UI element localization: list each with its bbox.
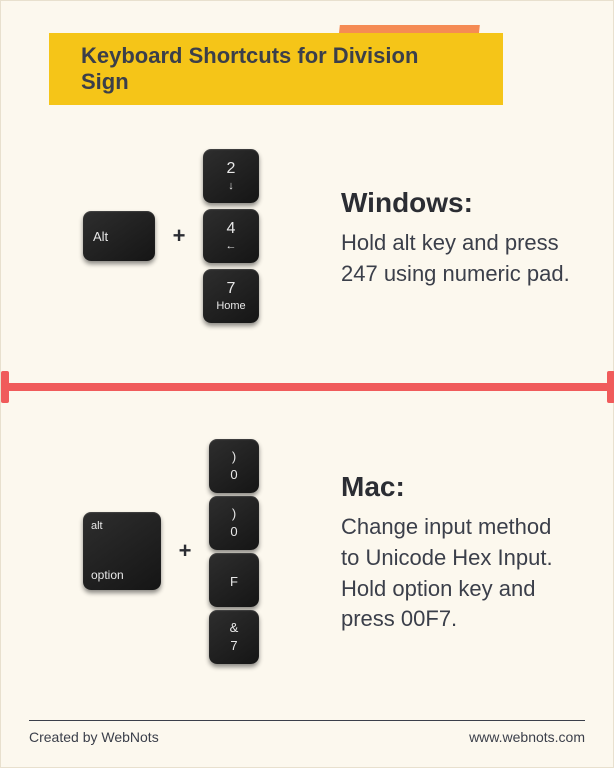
windows-sequence: 2 ↓ 4 ← 7 Home [203, 149, 259, 323]
mac-text: Mac: Change input method to Unicode Hex … [341, 467, 591, 635]
divider-cap-right [607, 371, 614, 403]
key-numpad-7: 7 Home [203, 269, 259, 323]
page-title: Keyboard Shortcuts for Division Sign [49, 33, 503, 105]
mac-description: Change input method to Unicode Hex Input… [341, 512, 571, 635]
mac-keys: alt option + ) 0 ) 0 F & 7 [1, 439, 341, 664]
divider-bar [1, 383, 614, 391]
arrow-down-icon: ↓ [228, 181, 234, 192]
key-7: & 7 [209, 610, 259, 664]
key-sub: Home [216, 301, 245, 312]
footer: Created by WebNots www.webnots.com [29, 720, 585, 745]
windows-section: Alt + 2 ↓ 4 ← 7 Home Windows: Hold alt k… [1, 121, 614, 351]
windows-heading: Windows: [341, 183, 571, 222]
key-alt: Alt [83, 211, 155, 261]
key-option: alt option [83, 512, 161, 590]
plus-icon: + [175, 538, 195, 564]
mac-sequence: ) 0 ) 0 F & 7 [209, 439, 259, 664]
key-top: ) [232, 506, 236, 521]
mac-heading: Mac: [341, 467, 571, 506]
key-bot: 7 [230, 638, 237, 653]
footer-site: www.webnots.com [469, 729, 585, 745]
key-label: Alt [93, 229, 155, 244]
key-label-top: alt [91, 520, 153, 532]
section-divider [1, 371, 614, 401]
key-bot: F [230, 574, 238, 589]
key-main: 7 [227, 281, 236, 297]
key-bot: 0 [230, 524, 237, 539]
key-main: 2 [227, 161, 236, 177]
mac-section: alt option + ) 0 ) 0 F & 7 Mac: Change i [1, 411, 614, 691]
key-0: ) 0 [209, 496, 259, 550]
key-f: F [209, 553, 259, 607]
windows-description: Hold alt key and press 247 using numeric… [341, 228, 571, 290]
footer-credit: Created by WebNots [29, 729, 159, 745]
key-0: ) 0 [209, 439, 259, 493]
key-numpad-2: 2 ↓ [203, 149, 259, 203]
key-label-bottom: option [91, 568, 153, 582]
arrow-left-icon: ← [226, 241, 237, 252]
key-bot: 0 [230, 467, 237, 482]
key-main: 4 [227, 221, 236, 237]
key-top: & [230, 620, 239, 635]
key-numpad-4: 4 ← [203, 209, 259, 263]
plus-icon: + [169, 223, 189, 249]
windows-text: Windows: Hold alt key and press 247 usin… [341, 183, 591, 290]
windows-keys: Alt + 2 ↓ 4 ← 7 Home [1, 149, 341, 323]
key-top: ) [232, 449, 236, 464]
title-container: Keyboard Shortcuts for Division Sign [49, 33, 503, 105]
